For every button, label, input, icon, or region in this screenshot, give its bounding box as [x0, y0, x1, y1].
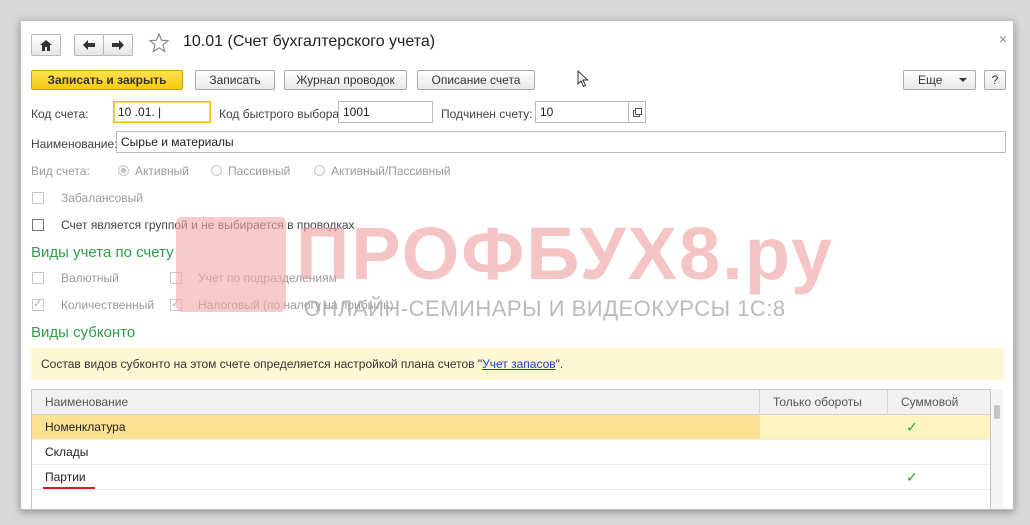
scrollbar-thumb[interactable]: [994, 405, 1000, 419]
window-title: 10.01 (Счет бухгалтерского учета): [183, 33, 436, 50]
save-and-close-button[interactable]: Записать и закрыть: [31, 70, 183, 90]
currency-label: Валютный: [61, 271, 119, 285]
watermark-brand: ПРОФБУХ8.ру: [296, 212, 835, 295]
row-turnover: [760, 415, 888, 439]
departments-checkbox[interactable]: [170, 272, 182, 284]
table-header: Наименование Только обороты Суммовой: [32, 390, 990, 415]
arrow-right-icon: [112, 40, 124, 50]
radio-active-passive-label: Активный/Пассивный: [331, 164, 451, 178]
close-icon[interactable]: ×: [999, 31, 1007, 47]
row-name: Номенклатура: [32, 415, 760, 439]
radio-active-passive[interactable]: [314, 165, 325, 176]
journal-button[interactable]: Журнал проводок: [284, 70, 407, 90]
more-label: Еще: [918, 73, 943, 87]
currency-checkbox[interactable]: [32, 272, 44, 284]
table-scrollbar[interactable]: [991, 389, 1003, 509]
quantity-checkbox[interactable]: ✓: [32, 298, 44, 311]
checkmark-icon: ✓: [171, 298, 181, 310]
sum-check-icon: ✓: [888, 415, 990, 439]
column-header-name[interactable]: Наименование: [32, 390, 760, 414]
open-window-icon: [632, 107, 642, 117]
account-code-label: Код счета:: [31, 107, 89, 121]
departments-label: Учет по подразделениям: [198, 271, 337, 285]
table-row[interactable]: Номенклатура ✓: [32, 415, 990, 440]
tax-checkbox[interactable]: ✓: [170, 298, 182, 311]
column-header-sum[interactable]: Суммовой: [888, 390, 990, 414]
open-parent-button[interactable]: [629, 101, 646, 123]
forward-button[interactable]: [103, 34, 133, 56]
quick-code-input[interactable]: 1001: [338, 101, 433, 123]
subconto-info-bar: Состав видов субконто на этом счете опре…: [31, 348, 1004, 380]
name-label: Наименование:: [31, 137, 118, 151]
dropdown-arrow-icon: [959, 78, 967, 82]
back-button[interactable]: [74, 34, 104, 56]
row-name: Склады: [45, 445, 89, 459]
account-code-input[interactable]: 10 .01. |: [113, 101, 211, 123]
quick-code-label: Код быстрого выбора:: [219, 107, 343, 121]
group-checkbox[interactable]: [32, 219, 44, 231]
row-name: Партии: [45, 470, 86, 484]
account-form-window: 10.01 (Счет бухгалтерского учета) × Запи…: [20, 20, 1014, 510]
chart-settings-link[interactable]: Учет запасов: [482, 357, 556, 371]
arrow-left-icon: [83, 40, 95, 50]
red-underline-annotation: [43, 487, 95, 489]
radio-active[interactable]: [118, 165, 129, 176]
sum-check-icon: ✓: [906, 469, 918, 485]
parent-account-input[interactable]: 10: [535, 101, 629, 123]
info-text-end: ".: [555, 357, 564, 371]
subconto-section-title: Виды субконто: [31, 324, 136, 341]
parent-account-label: Подчинен счету:: [441, 107, 533, 121]
table-row[interactable]: Склады: [32, 440, 990, 465]
checkmark-icon: ✓: [33, 298, 43, 310]
account-type-label: Вид счета:: [31, 164, 90, 178]
help-button[interactable]: ?: [984, 70, 1006, 90]
account-description-button[interactable]: Описание счета: [417, 70, 535, 90]
radio-active-label: Активный: [135, 164, 189, 178]
star-icon: [148, 32, 170, 53]
column-header-turnover[interactable]: Только обороты: [760, 390, 888, 414]
save-button[interactable]: Записать: [195, 70, 275, 90]
quantity-label: Количественный: [61, 298, 155, 312]
radio-passive[interactable]: [211, 165, 222, 176]
subconto-table: Наименование Только обороты Суммовой Ном…: [31, 389, 991, 509]
name-input[interactable]: Сырье и материалы: [116, 131, 1006, 153]
table-row[interactable]: Партии ✓: [32, 465, 990, 490]
offbalance-checkbox[interactable]: [32, 192, 44, 204]
info-text: Состав видов субконто на этом счете опре…: [41, 357, 483, 371]
home-button[interactable]: [31, 34, 61, 56]
group-label: Счет является группой и не выбирается в …: [61, 218, 355, 232]
more-menu-button[interactable]: Еще: [903, 70, 976, 90]
mouse-cursor-icon: [577, 70, 589, 88]
tax-label: Налоговый (по налогу на прибыль): [198, 298, 394, 312]
favorite-button[interactable]: [148, 32, 170, 56]
radio-passive-label: Пассивный: [228, 164, 291, 178]
offbalance-label: Забалансовый: [61, 191, 144, 205]
home-icon: [40, 39, 52, 51]
accounting-section-title: Виды учета по счету: [31, 244, 174, 261]
